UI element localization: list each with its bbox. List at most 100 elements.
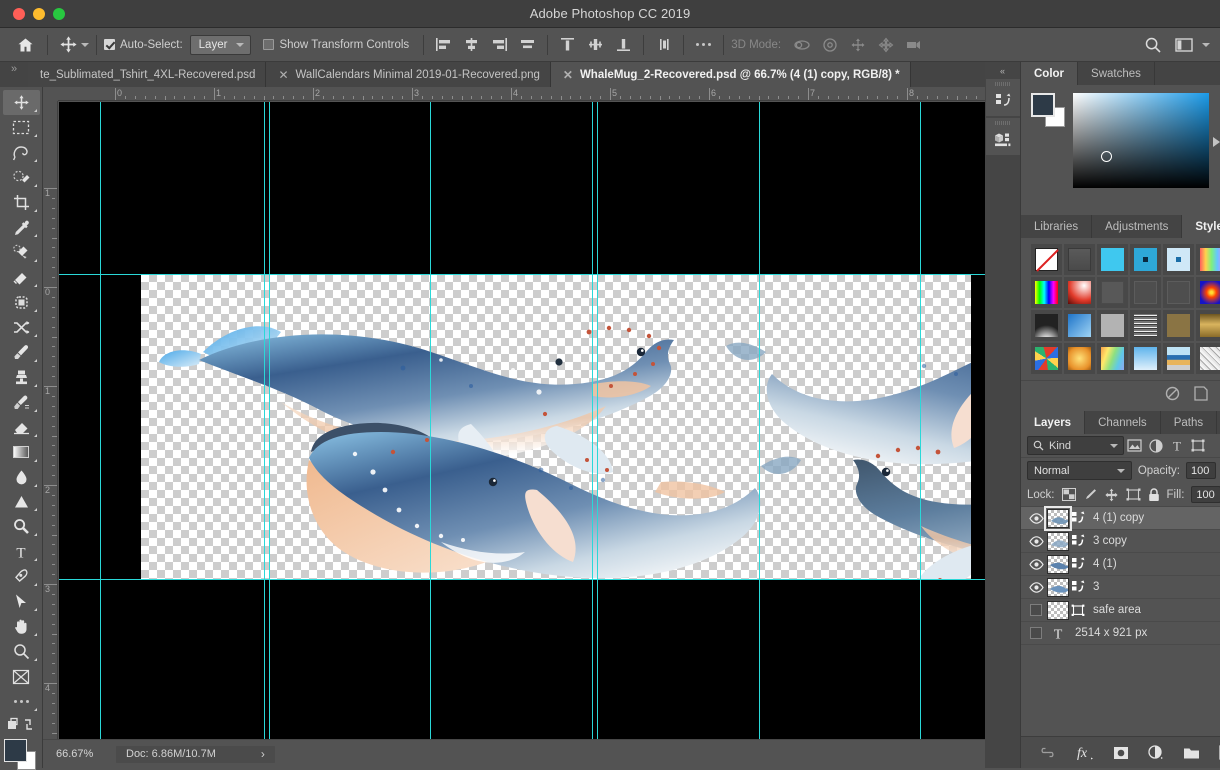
device-preview-icon[interactable] xyxy=(986,118,1020,155)
lasso-tool[interactable] xyxy=(3,140,40,165)
align-left-edges-icon[interactable] xyxy=(431,33,456,57)
style-swatch-radial-red[interactable] xyxy=(1196,277,1220,308)
quick-mask-mode-button[interactable] xyxy=(3,714,40,735)
tab-adjustments[interactable]: Adjustments xyxy=(1092,215,1182,238)
style-swatch-gold[interactable] xyxy=(1196,310,1220,341)
align-horizontal-centers-icon[interactable] xyxy=(459,33,484,57)
new-group-icon[interactable] xyxy=(1183,746,1200,760)
style-swatch-pale-blue[interactable] xyxy=(1163,244,1194,275)
layer-filter-kind-dropdown[interactable]: Kind xyxy=(1027,436,1124,455)
layer-visibility-toggle[interactable] xyxy=(1025,507,1047,530)
history-brush-tool[interactable] xyxy=(3,390,40,415)
guide-vertical-6[interactable] xyxy=(597,102,598,739)
quick-selection-tool[interactable] xyxy=(3,165,40,190)
canvas-stage[interactable] xyxy=(59,102,985,739)
delete-style-icon[interactable] xyxy=(1165,386,1180,401)
tab-scroll-left-icon[interactable]: » xyxy=(0,62,28,87)
workspace-chevron-icon[interactable] xyxy=(1202,43,1210,47)
style-swatch-sky[interactable] xyxy=(1130,343,1161,374)
layer-row-3[interactable]: 3 xyxy=(1021,576,1220,599)
slide-3d-icon[interactable] xyxy=(873,33,898,57)
document-tab-1[interactable]: te_Sublimated_Tshirt_4XL-Recovered.psd xyxy=(28,62,266,87)
style-swatch-black-bevel[interactable] xyxy=(1031,310,1062,341)
layer-row-4[interactable]: safe area xyxy=(1021,599,1220,622)
guide-vertical-7[interactable] xyxy=(759,102,760,739)
orbit-3d-icon[interactable] xyxy=(789,33,814,57)
style-swatch-spectrum[interactable] xyxy=(1031,277,1062,308)
layer-visibility-toggle[interactable] xyxy=(1025,530,1047,553)
layer-visibility-toggle[interactable] xyxy=(1025,599,1047,622)
patch-tool[interactable] xyxy=(3,265,40,290)
layer-style-fx-icon[interactable]: fx xyxy=(1075,744,1094,761)
auto-select-option[interactable]: Auto-Select: Layer xyxy=(104,32,251,58)
layer-row-1[interactable]: 3 copy xyxy=(1021,530,1220,553)
frame-tool[interactable] xyxy=(3,664,40,689)
new-adjustment-layer-icon[interactable] xyxy=(1148,745,1164,760)
pen-tool[interactable] xyxy=(3,564,40,589)
distribute-vertically-icon[interactable] xyxy=(651,33,676,57)
close-tab-2-icon[interactable]: ✕ xyxy=(278,68,288,82)
show-transform-controls-option[interactable]: Show Transform Controls xyxy=(263,32,409,58)
shuffle-tool[interactable] xyxy=(3,315,40,340)
distribute-horizontally-icon[interactable] xyxy=(515,33,540,57)
crop-tool[interactable] xyxy=(3,190,40,215)
auto-select-scope-dropdown[interactable]: Layer xyxy=(190,35,252,55)
style-swatch-grey-flat[interactable] xyxy=(1097,310,1128,341)
workspace-switcher-icon[interactable] xyxy=(1171,33,1196,57)
rectangular-marquee-tool[interactable] xyxy=(3,115,40,140)
tab-swatches[interactable]: Swatches xyxy=(1078,62,1155,85)
camera-3d-icon[interactable] xyxy=(901,33,926,57)
search-icon[interactable] xyxy=(1140,33,1165,57)
style-swatch-blue-bevel[interactable] xyxy=(1064,310,1095,341)
document-info[interactable]: Doc: 6.86M/10.7M › xyxy=(116,746,275,763)
style-swatch-noise[interactable] xyxy=(1130,310,1161,341)
pan-3d-icon[interactable] xyxy=(845,33,870,57)
zoom-level-field[interactable]: 66.67% xyxy=(56,748,116,760)
align-bottom-edges-icon[interactable] xyxy=(611,33,636,57)
home-icon[interactable] xyxy=(10,37,40,53)
tab-libraries[interactable]: Libraries xyxy=(1021,215,1092,238)
tab-color[interactable]: Color xyxy=(1021,62,1078,85)
type-tool[interactable]: T xyxy=(3,539,40,564)
lock-position-icon[interactable] xyxy=(1104,488,1119,502)
zoom-tool[interactable] xyxy=(3,639,40,664)
lock-image-pixels-icon[interactable] xyxy=(1083,488,1097,501)
style-swatch-empty-1[interactable] xyxy=(1097,277,1128,308)
foreground-color-chip[interactable] xyxy=(1031,93,1055,117)
guide-vertical-5[interactable] xyxy=(592,102,593,739)
style-swatch-rainbow[interactable] xyxy=(1196,244,1220,275)
fill-field[interactable]: 100 xyxy=(1191,486,1220,503)
eyedropper-tool[interactable] xyxy=(3,215,40,240)
color-panel-swatches[interactable] xyxy=(1031,93,1065,127)
style-swatch-confetti[interactable] xyxy=(1031,343,1062,374)
layer-visibility-toggle[interactable] xyxy=(1025,576,1047,599)
clone-stamp-tool[interactable] xyxy=(3,365,40,390)
style-swatch-brown[interactable] xyxy=(1163,310,1194,341)
lock-artboard-icon[interactable] xyxy=(1126,488,1141,501)
tab-channels[interactable]: Channels xyxy=(1085,411,1161,434)
collapse-panels-icon[interactable]: « xyxy=(985,62,1021,79)
blend-mode-dropdown[interactable]: Normal xyxy=(1027,461,1132,480)
layer-visibility-toggle[interactable] xyxy=(1025,622,1047,645)
link-layers-icon[interactable] xyxy=(1039,747,1056,758)
shape-filter-icon[interactable] xyxy=(1187,435,1208,456)
guide-horizontal-bottom[interactable] xyxy=(59,579,985,580)
burn-tool[interactable] xyxy=(3,514,40,539)
layer-row-2[interactable]: 4 (1) xyxy=(1021,553,1220,576)
style-swatch-cyan-inner[interactable] xyxy=(1130,244,1161,275)
history-panel-icon[interactable] xyxy=(986,79,1020,116)
color-ramp[interactable] xyxy=(1073,93,1209,188)
lock-transparent-pixels-icon[interactable] xyxy=(1062,488,1076,501)
style-swatch-drop-shadow[interactable] xyxy=(1064,244,1095,275)
guide-vertical-1[interactable] xyxy=(100,102,101,739)
style-swatch-empty-2[interactable] xyxy=(1130,277,1161,308)
content-aware-move-tool[interactable] xyxy=(3,290,40,315)
horizontal-ruler[interactable]: 012345678 xyxy=(58,87,985,101)
path-selection-tool[interactable] xyxy=(3,589,40,614)
move-tool[interactable] xyxy=(3,90,40,115)
opacity-field[interactable]: 100 xyxy=(1186,462,1216,479)
color-ramp-expand-icon[interactable] xyxy=(1213,137,1220,147)
style-swatch-orange-gold[interactable] xyxy=(1064,343,1095,374)
close-tab-3-icon[interactable]: ✕ xyxy=(563,68,573,82)
show-transform-checkbox[interactable] xyxy=(263,39,274,50)
